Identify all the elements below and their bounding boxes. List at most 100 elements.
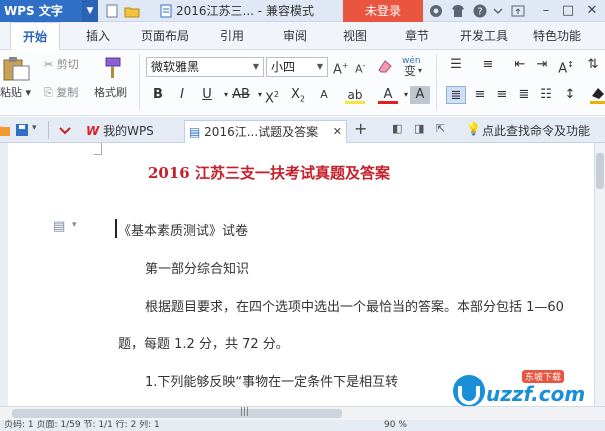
document-icon bbox=[160, 4, 172, 18]
export-pdf-icon[interactable]: ◨ bbox=[414, 122, 424, 135]
align-left-button[interactable]: ≣ bbox=[446, 86, 466, 104]
bold-button[interactable]: B bbox=[148, 86, 168, 104]
paragraph-handle-icon[interactable]: ▤ bbox=[53, 219, 65, 234]
tab-special-features[interactable]: 特色功能 bbox=[533, 22, 581, 50]
subscript-button[interactable]: X2 bbox=[288, 86, 308, 104]
login-button[interactable]: 未登录 bbox=[343, 0, 423, 22]
font-color-button[interactable]: A bbox=[378, 86, 398, 104]
bullet-list-button[interactable]: ☰ bbox=[446, 56, 466, 74]
text-effects-button[interactable]: A bbox=[314, 86, 334, 104]
paragraph-exam-name[interactable]: 《基本素质测试》试卷 bbox=[118, 220, 248, 239]
tab-references[interactable]: 引用 bbox=[220, 22, 244, 50]
copy-button[interactable]: ⎘ 复制 bbox=[44, 86, 78, 100]
underline-button[interactable]: U bbox=[197, 86, 217, 104]
wps-app-menu-button[interactable]: WPS 文字 ▼ bbox=[0, 0, 98, 22]
skin-icon[interactable] bbox=[428, 3, 444, 19]
customize-toolbar-icon[interactable] bbox=[58, 123, 72, 137]
paste-button[interactable]: 粘贴 ▾ bbox=[0, 86, 31, 100]
font-family-select[interactable]: 微软雅黑 ▼ bbox=[146, 57, 264, 77]
zoom-level[interactable]: 90 % bbox=[384, 420, 407, 431]
close-tab-icon[interactable]: ✕ bbox=[333, 121, 342, 143]
paragraph-section-heading[interactable]: 第一部分综合知识 bbox=[145, 258, 249, 277]
chevron-down-icon[interactable]: ▼ bbox=[249, 58, 263, 76]
title-bar: WPS 文字 ▼ 2016江苏三... - 兼容模式 未登录 ? – □ ✕ bbox=[0, 0, 605, 22]
align-center-button[interactable]: ≡ bbox=[470, 86, 490, 104]
paste-icon[interactable] bbox=[2, 56, 32, 82]
highlight-button[interactable]: ab bbox=[345, 86, 365, 104]
new-tab-button[interactable]: + bbox=[354, 119, 367, 138]
vertical-scrollbar[interactable] bbox=[594, 143, 605, 406]
tab-home[interactable]: 开始 bbox=[10, 22, 60, 51]
tab-document[interactable]: ▤ 2016江...试题及答案 ✕ bbox=[184, 120, 347, 143]
character-shading-button[interactable]: A bbox=[410, 86, 430, 104]
align-right-button[interactable]: ≡ bbox=[492, 86, 512, 104]
vertical-ruler bbox=[0, 143, 8, 406]
format-painter-button[interactable]: 格式刷 bbox=[94, 86, 127, 100]
minimize-button[interactable]: – bbox=[536, 2, 556, 20]
status-bar: 页码: 1 页面: 1/59 节: 1/1 行: 2 列: 1 90 % bbox=[0, 420, 605, 431]
cut-button[interactable]: ✂ 剪切 bbox=[44, 58, 79, 72]
clear-format-icon[interactable] bbox=[376, 58, 394, 74]
help-icon[interactable]: ? bbox=[472, 3, 488, 19]
chevron-down-icon[interactable]: ▾ bbox=[418, 64, 422, 78]
close-button[interactable]: ✕ bbox=[582, 2, 602, 20]
chevron-down-icon[interactable]: ▼ bbox=[313, 58, 327, 76]
restore-view-icon[interactable] bbox=[510, 3, 526, 19]
decrease-indent-button[interactable]: ⇤ bbox=[510, 56, 530, 74]
grow-font-button[interactable]: A+ bbox=[333, 59, 349, 77]
share-icon[interactable]: ⇱ bbox=[436, 122, 445, 135]
text-direction-button[interactable]: A↕ bbox=[556, 56, 576, 76]
paragraph-scoring[interactable]: 题，每题 1.2 分，共 72 分。 bbox=[118, 333, 289, 352]
ribbon-divider bbox=[436, 54, 437, 110]
distribute-button[interactable]: ☷ bbox=[536, 86, 556, 104]
superscript-button[interactable]: X2 bbox=[262, 86, 282, 106]
folder-icon[interactable] bbox=[0, 122, 10, 138]
scroll-thumb[interactable] bbox=[596, 153, 604, 189]
tab-page-layout[interactable]: 页面布局 bbox=[141, 22, 189, 50]
line-spacing-button[interactable]: ↕ bbox=[560, 86, 580, 104]
font-size-select[interactable]: 小四 ▼ bbox=[266, 57, 328, 77]
tab-view[interactable]: 视图 bbox=[343, 22, 367, 50]
chevron-down-icon[interactable]: ▾ bbox=[72, 220, 77, 230]
chevron-down-icon[interactable]: ▼ bbox=[82, 0, 98, 22]
format-painter-icon[interactable] bbox=[100, 56, 124, 82]
new-document-icon[interactable] bbox=[104, 3, 120, 19]
horizontal-scrollbar[interactable]: ||| bbox=[0, 406, 605, 420]
chevron-down-icon[interactable] bbox=[490, 3, 506, 19]
paragraph-question-1[interactable]: 1.下列能够反映“事物在一定条件下是相互转 bbox=[145, 371, 398, 390]
uzzf-watermark: 东坡下载 uzzf.com bbox=[452, 370, 602, 410]
increase-indent-button[interactable]: ⇥ bbox=[532, 56, 552, 74]
watermark-text: uzzf.com bbox=[486, 382, 586, 406]
italic-button[interactable]: I bbox=[172, 86, 192, 104]
ribbon-home-panel: 粘贴 ▾ ✂ 剪切 ⎘ 复制 格式刷 微软雅黑 ▼ 小四 ▼ A+ A- wén 变… bbox=[0, 50, 605, 116]
tab-developer[interactable]: 开发工具 bbox=[460, 22, 508, 50]
document-tab-bar: ▾ W 我的WPS ▤ 2016江...试题及答案 ✕ + ◧ ◨ ⇱ 💡 点此… bbox=[0, 117, 605, 143]
command-search-hint[interactable]: 点此查找命令及功能 bbox=[482, 122, 590, 139]
tab-review[interactable]: 审阅 bbox=[283, 22, 307, 50]
view-mode-icon[interactable]: ◧ bbox=[392, 122, 402, 135]
maximize-button[interactable]: □ bbox=[558, 2, 578, 20]
paragraph-shading-icon[interactable] bbox=[590, 84, 605, 104]
tab-my-wps[interactable]: W 我的WPS bbox=[82, 120, 182, 143]
svg-text:?: ? bbox=[477, 7, 482, 18]
tab-my-wps-label: 我的WPS bbox=[103, 124, 154, 138]
tab-document-label: 2016江...试题及答案 bbox=[204, 125, 319, 139]
tab-insert[interactable]: 插入 bbox=[86, 22, 110, 50]
wps-logo-icon: W bbox=[86, 124, 100, 138]
phonetic-guide-char: 变 bbox=[404, 64, 417, 78]
sort-button[interactable]: ⇅ bbox=[583, 56, 603, 74]
justify-button[interactable]: ≣ bbox=[514, 86, 534, 104]
tab-sections[interactable]: 章节 bbox=[405, 22, 429, 50]
scroll-thumb[interactable] bbox=[12, 409, 342, 418]
shirt-icon[interactable] bbox=[450, 3, 466, 19]
scroll-grip-icon: ||| bbox=[240, 407, 250, 417]
shrink-font-button[interactable]: A- bbox=[355, 59, 365, 77]
tabbar-divider bbox=[48, 121, 49, 139]
save-icon[interactable] bbox=[14, 122, 30, 138]
open-folder-icon[interactable] bbox=[124, 3, 140, 19]
paragraph-instructions[interactable]: 根据题目要求，在四个选项中选出一个最恰当的答案。本部分包括 1—60 bbox=[145, 296, 564, 315]
document-heading[interactable]: 2016 江苏三支一扶考试真题及答案 bbox=[148, 162, 390, 183]
page-corner-mark bbox=[94, 143, 102, 155]
numbered-list-button[interactable]: ≡ bbox=[478, 56, 498, 74]
chevron-down-icon[interactable]: ▾ bbox=[32, 123, 37, 133]
